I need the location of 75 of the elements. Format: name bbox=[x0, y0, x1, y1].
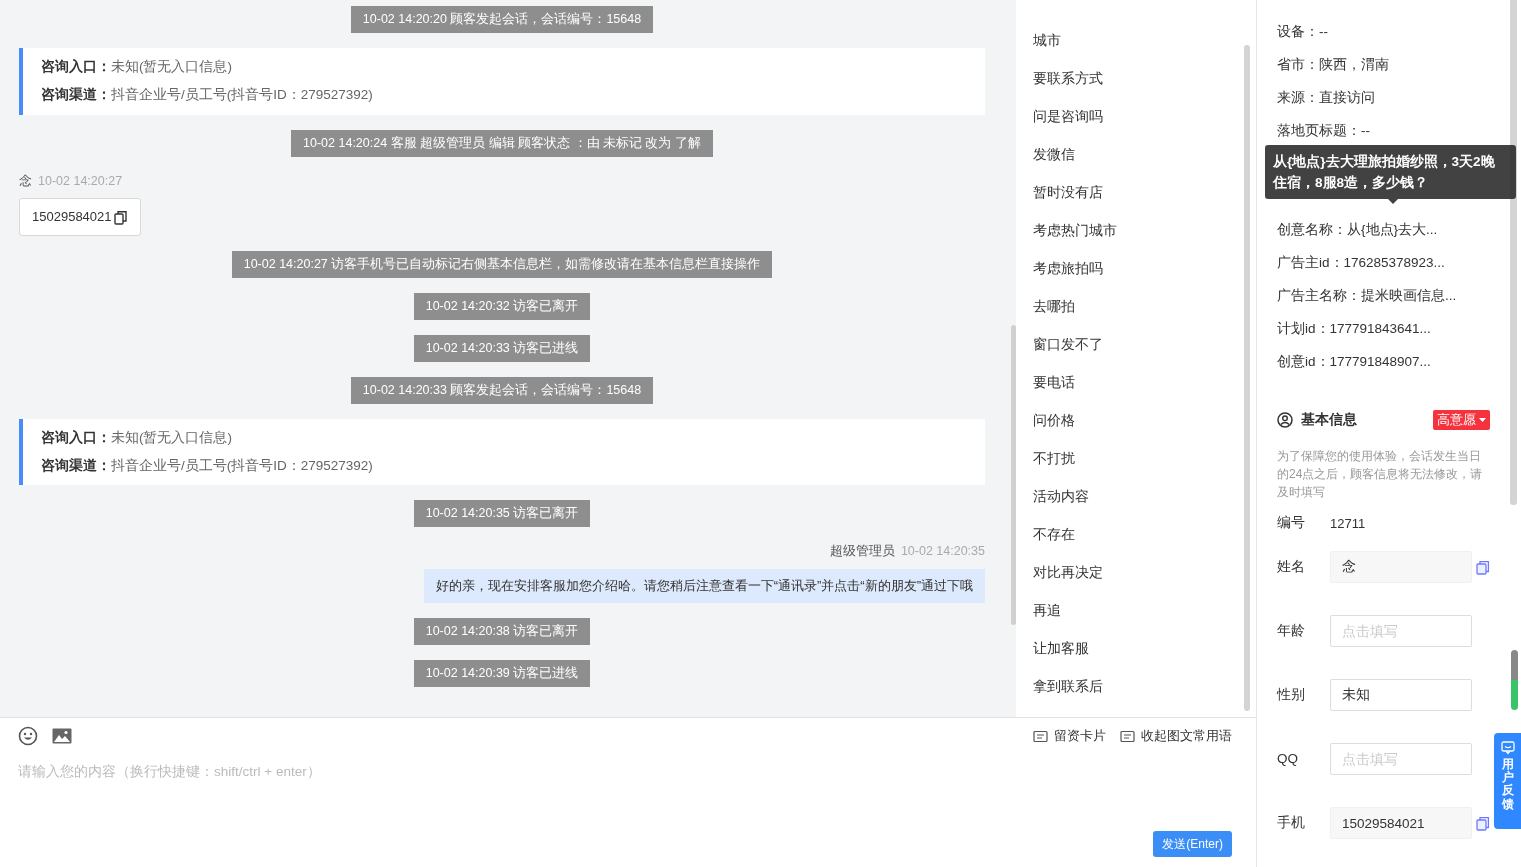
system-message: 10-02 14:20:39 访客已进线 bbox=[413, 659, 591, 687]
info-row-text: 省市：陕西，渭南 bbox=[1277, 56, 1390, 74]
quick-reply-item[interactable]: 城市 bbox=[1033, 22, 1244, 60]
composer-tool-button[interactable]: 留资卡片 bbox=[1033, 726, 1106, 746]
scrollbar-thumb[interactable] bbox=[1510, 0, 1517, 505]
notice-text: 为了保障您的使用体验，会话发生当日的24点之后，顾客信息将无法修改，请及时填写 bbox=[1277, 448, 1484, 502]
image-icon[interactable] bbox=[52, 728, 72, 744]
system-message: 10-02 14:20:38 访客已离开 bbox=[413, 617, 591, 645]
quick-reply-item[interactable]: 活动内容 bbox=[1033, 478, 1244, 516]
scrollbar-thumb[interactable] bbox=[1244, 45, 1250, 711]
system-message: 10-02 14:20:33 访客已进线 bbox=[413, 334, 591, 362]
field-label: 性别 bbox=[1277, 686, 1306, 705]
tooltip-arrow bbox=[1388, 199, 1398, 204]
quick-reply-item[interactable]: 考虑旅拍吗 bbox=[1033, 250, 1244, 288]
tooltip: 从{地点}去大理旅拍婚纱照，3天2晚住宿，8服8造，多少钱？ bbox=[1265, 145, 1516, 199]
quick-reply-item[interactable]: 要联系方式 bbox=[1033, 60, 1244, 98]
system-message: 10-02 14:20:27 访客手机号已自动标记右侧基本信息栏，如需修改请在基本信息栏直接操作 bbox=[231, 250, 773, 278]
system-message: 10-02 14:20:32 访客已离开 bbox=[413, 292, 591, 320]
quick-reply-item[interactable]: 窗口发不了 bbox=[1033, 326, 1244, 364]
message-time: 10-02 14:20:35 bbox=[900, 544, 985, 559]
quick-reply-item[interactable]: 暂时没有店 bbox=[1033, 174, 1244, 212]
sender-name: 超级管理员 bbox=[829, 544, 895, 559]
field-label: 年龄 bbox=[1277, 622, 1306, 641]
info-row-text: 来源：直接访问 bbox=[1277, 89, 1376, 107]
quick-reply-item[interactable]: 不存在 bbox=[1033, 516, 1244, 554]
side-handle[interactable] bbox=[1511, 650, 1518, 710]
message-text: 15029584021 bbox=[32, 208, 112, 227]
quick-reply-item[interactable]: 不打扰 bbox=[1033, 440, 1244, 478]
message-icon bbox=[1120, 729, 1135, 743]
quick-reply-item[interactable]: 去哪拍 bbox=[1033, 288, 1244, 326]
info-row-text: 创意名称：从{地点}去大... bbox=[1277, 221, 1439, 239]
caret-icon bbox=[1479, 418, 1486, 423]
quick-reply-item[interactable]: 问是咨询吗 bbox=[1033, 98, 1244, 136]
entry-info-line: 咨询渠道：抖音企业号/员工号(抖音号ID：279527392) bbox=[41, 457, 374, 475]
chat-icon bbox=[1500, 741, 1515, 755]
message-bubble: 好的亲，现在安排客服加您介绍哈。请您稍后注意查看一下“通讯录”并点击“新的朋友”通过下哦 bbox=[423, 569, 985, 603]
field-label: 手机 bbox=[1277, 814, 1306, 833]
emoji-icon[interactable] bbox=[18, 726, 38, 746]
quick-reply-item[interactable]: 考虑热门城市 bbox=[1033, 212, 1244, 250]
intent-dropdown[interactable]: 高意愿 bbox=[1433, 410, 1490, 431]
input-field[interactable]: 未知 bbox=[1330, 679, 1472, 712]
input-field[interactable]: 15029584021 bbox=[1330, 807, 1472, 840]
system-message: 10-02 14:20:35 访客已离开 bbox=[413, 500, 591, 528]
quick-reply-item[interactable]: 要电话 bbox=[1033, 364, 1244, 402]
user-icon bbox=[1277, 412, 1293, 429]
system-message: 10-02 14:20:20 顾客发起会话，会话编号：15648 bbox=[350, 6, 654, 33]
info-row-text: 广告主id：176285378923... bbox=[1277, 254, 1446, 272]
input-field[interactable]: 念 bbox=[1330, 551, 1472, 584]
info-row-text: 设备：-- bbox=[1277, 23, 1329, 41]
field-value: 12711 bbox=[1330, 514, 1366, 533]
composer-tool-button[interactable]: 收起图文常用语 bbox=[1120, 726, 1232, 746]
quick-reply-item[interactable]: 对比再决定 bbox=[1033, 554, 1244, 592]
message-time: 10-02 14:20:27 bbox=[38, 173, 123, 188]
quick-reply-item[interactable]: 再追 bbox=[1033, 592, 1244, 630]
info-row-text: 落地页标题：-- bbox=[1277, 122, 1371, 140]
system-message: 10-02 14:20:33 顾客发起会话，会话编号：15648 bbox=[350, 376, 654, 404]
info-row-text: 广告主名称：提米映画信息... bbox=[1277, 287, 1458, 305]
section-title: 基本信息 bbox=[1301, 411, 1358, 429]
quick-reply-item[interactable]: 问价格 bbox=[1033, 402, 1244, 440]
entry-info-line: 咨询入口：未知(暂无入口信息) bbox=[41, 428, 233, 447]
entry-info-line: 咨询入口：未知(暂无入口信息) bbox=[41, 58, 233, 76]
scrollbar-thumb[interactable] bbox=[1011, 325, 1016, 625]
field-label: 编号 bbox=[1277, 514, 1306, 533]
info-row-text: 计划id：177791843641... bbox=[1277, 320, 1432, 338]
copy-icon[interactable] bbox=[113, 209, 128, 225]
field-label: 姓名 bbox=[1277, 558, 1306, 577]
quick-reply-item[interactable]: 让加客服 bbox=[1033, 630, 1244, 668]
entry-info-line: 咨询渠道：抖音企业号/员工号(抖音号ID：279527392) bbox=[41, 86, 374, 105]
field-label: QQ bbox=[1277, 750, 1299, 769]
quick-reply-item[interactable]: 发微信 bbox=[1033, 136, 1244, 174]
quick-reply-item[interactable]: 拿到联系后 bbox=[1033, 668, 1244, 706]
sender-name: 念 bbox=[19, 173, 32, 188]
info-row-text: 创意id：177791848907... bbox=[1277, 353, 1432, 371]
system-message: 10-02 14:20:24 客服 超级管理员 编辑 顾客状态 ：由 未标记 改为 了解 bbox=[291, 129, 713, 157]
message-icon bbox=[1033, 729, 1048, 743]
